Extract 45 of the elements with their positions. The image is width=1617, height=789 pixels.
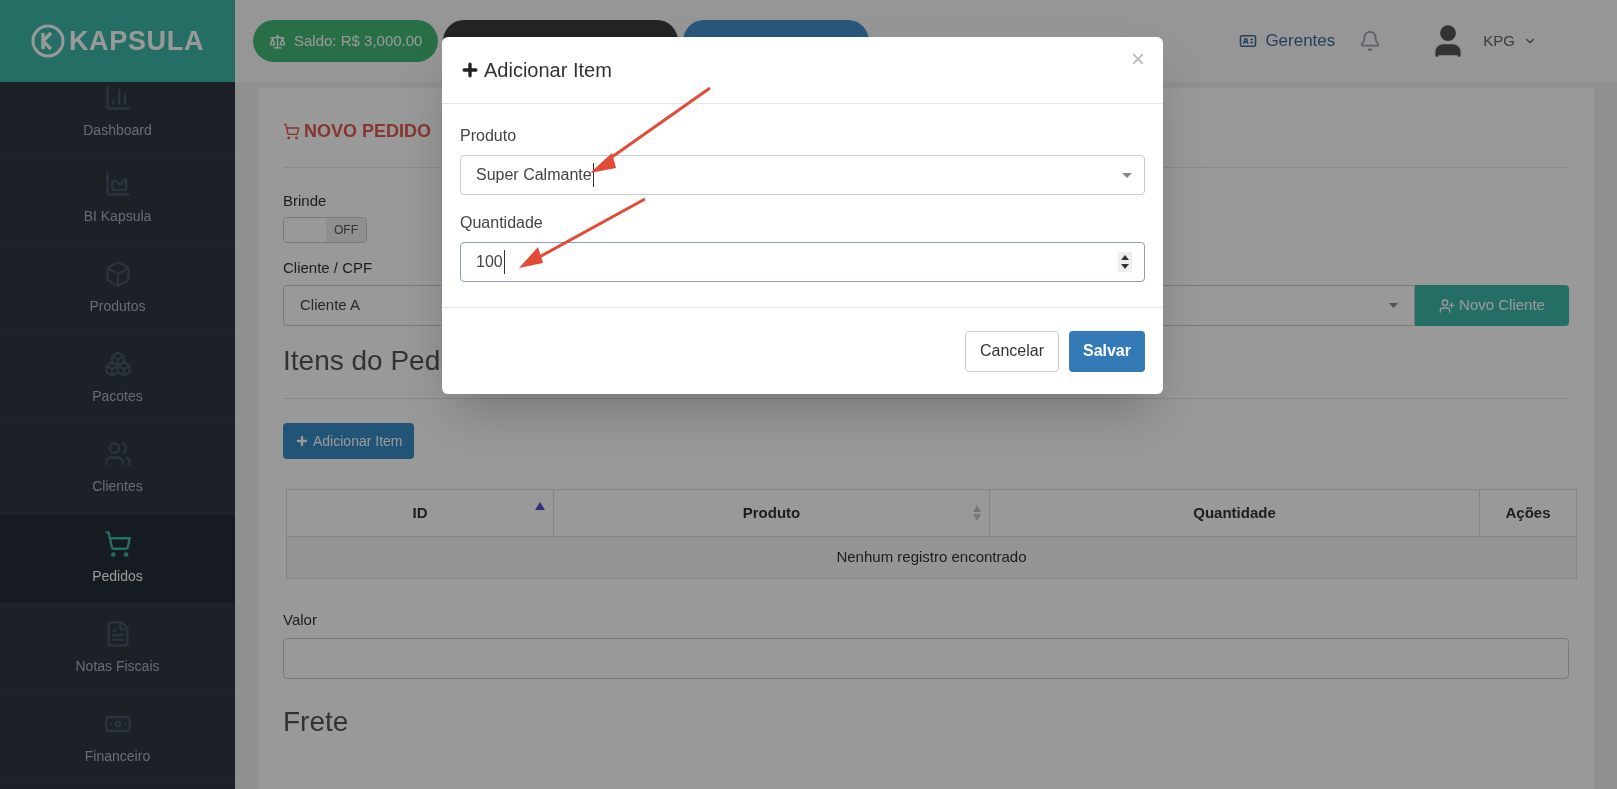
managers-link[interactable]: Gerentes: [1239, 28, 1336, 54]
sidebar-item[interactable]: Pacotes: [0, 334, 235, 424]
value-field[interactable]: [283, 637, 1569, 679]
new-client-button[interactable]: Novo Cliente: [1415, 285, 1569, 326]
save-button[interactable]: Salvar: [1068, 330, 1145, 372]
sidebar-item[interactable]: Produtos: [0, 244, 235, 334]
dropdown-caret-icon: [1122, 172, 1132, 178]
user-plus-icon: [1439, 297, 1456, 314]
sidebar-item[interactable]: Dashboard: [0, 82, 235, 154]
plus-icon: [460, 60, 480, 80]
column-header[interactable]: ID: [286, 489, 554, 537]
sidebar-item[interactable]: Pedidos: [0, 514, 235, 604]
column-header[interactable]: Quantidade: [989, 489, 1480, 537]
empty-table-message: Nenhum registro encontrado: [286, 536, 1577, 579]
cart-icon: [103, 530, 132, 558]
balance-button[interactable]: Saldo: R$ 3,000.00: [253, 20, 439, 62]
sidebar-item[interactable]: Financeiro: [0, 694, 235, 784]
sidebar-item[interactable]: BI Kapsula: [0, 154, 235, 244]
field-label: Brinde: [283, 191, 327, 211]
field-label: Quantidade: [460, 213, 543, 233]
field-label: Cliente / CPF: [283, 257, 373, 278]
column-header[interactable]: Ações: [1479, 489, 1577, 537]
spinner-icon[interactable]: [1118, 252, 1132, 272]
add-item-button[interactable]: Adicionar Item: [283, 423, 415, 459]
column-header[interactable]: Produto: [553, 489, 990, 537]
plus-icon: [295, 434, 309, 448]
cancel-button[interactable]: Cancelar: [964, 330, 1059, 372]
brand-name: KAPSULA: [68, 24, 205, 58]
badge-icon: [1239, 32, 1258, 50]
close-button[interactable]: ×: [1131, 47, 1145, 71]
notification-icon[interactable]: [1359, 30, 1382, 52]
modal-title: Adicionar Item: [484, 58, 612, 83]
scale-icon: [269, 32, 286, 50]
section-heading: Frete: [283, 704, 349, 739]
sidebar-item[interactable]: Notas Fiscais: [0, 604, 235, 694]
page-title: NOVO PEDIDO: [304, 120, 432, 143]
section-heading: Itens do Ped: [283, 345, 441, 376]
field-label: Valor: [283, 610, 317, 630]
user-menu[interactable]: KPG: [1483, 29, 1537, 53]
cart-icon: [283, 123, 300, 140]
quantity-field[interactable]: 100: [460, 242, 1145, 282]
logo-icon: [30, 24, 65, 58]
dropdown-caret-icon: [1389, 303, 1398, 308]
toggle-switch[interactable]: OFF: [283, 216, 367, 243]
field-label: Produto: [460, 126, 517, 146]
